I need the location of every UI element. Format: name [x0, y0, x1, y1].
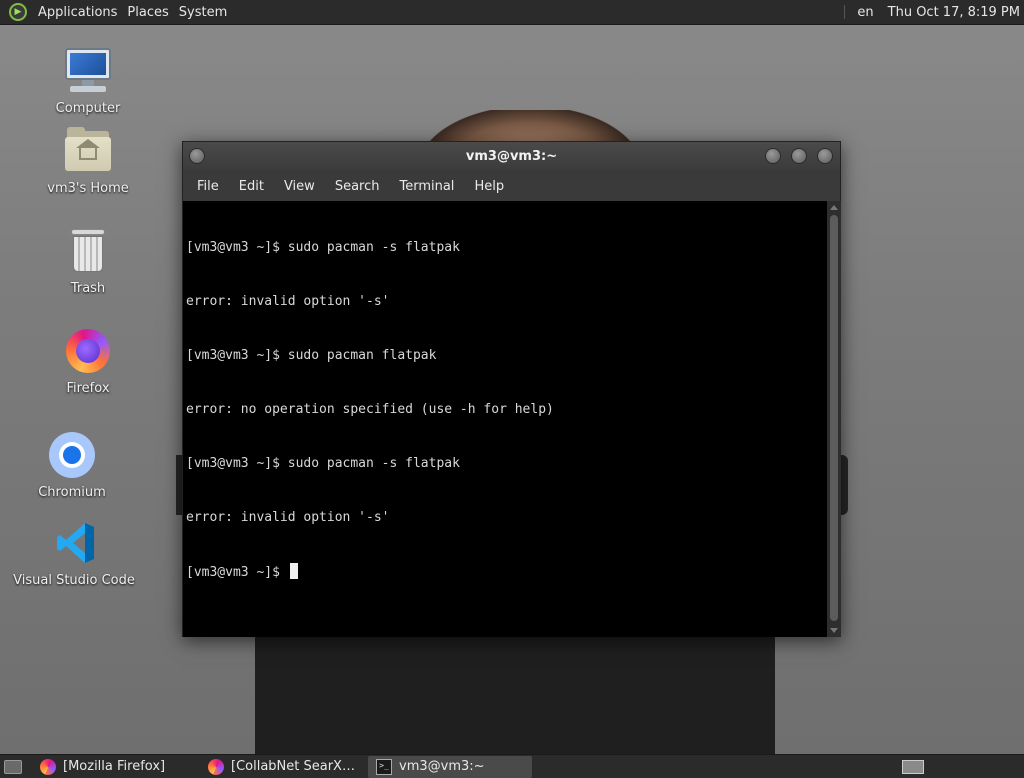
top-panel: ▶ Applications Places System en Thu Oct …	[0, 0, 1024, 25]
distro-logo-icon[interactable]: ▶	[9, 3, 27, 21]
workspace-switcher[interactable]	[902, 759, 924, 774]
menu-terminal[interactable]: Terminal	[389, 179, 464, 194]
scrollbar-thumb[interactable]	[830, 215, 838, 621]
minimize-button[interactable]	[765, 148, 781, 164]
trash-icon	[62, 225, 114, 277]
computer-icon	[62, 45, 114, 97]
close-button[interactable]	[817, 148, 833, 164]
desktop-icon-vscode[interactable]: Visual Studio Code	[13, 517, 135, 588]
desktop-icon-label: Visual Studio Code	[13, 573, 135, 588]
vscode-icon	[48, 517, 100, 569]
desktop-icon-label: Computer	[55, 101, 121, 116]
terminal-line: error: no operation specified (use -h fo…	[186, 402, 554, 417]
applications-menu[interactable]: Applications	[33, 5, 122, 20]
terminal-line: [vm3@vm3 ~]$ sudo pacman -s flatpak	[186, 456, 460, 471]
keyboard-layout-indicator[interactable]: en	[857, 5, 873, 20]
terminal-window[interactable]: vm3@vm3:~ File Edit View Search Terminal…	[182, 141, 841, 637]
desktop-icon-trash[interactable]: Trash	[28, 225, 148, 296]
menu-view[interactable]: View	[274, 179, 325, 194]
taskbar-item-label: [CollabNet SearXN...	[231, 759, 356, 774]
menu-edit[interactable]: Edit	[229, 179, 274, 194]
taskbar-item-label: [Mozilla Firefox]	[63, 759, 166, 774]
terminal-scrollbar[interactable]	[827, 201, 841, 637]
chromium-icon	[46, 429, 98, 481]
window-title: vm3@vm3:~	[465, 149, 558, 164]
terminal-line: error: invalid option '-s'	[186, 510, 390, 525]
terminal-line: [vm3@vm3 ~]$ sudo pacman -s flatpak	[186, 240, 460, 255]
firefox-icon	[62, 325, 114, 377]
panel-tray: en Thu Oct 17, 8:19 PM	[844, 0, 1024, 25]
terminal-prompt-line[interactable]: [vm3@vm3 ~]$	[186, 563, 827, 581]
show-desktop-icon[interactable]	[4, 759, 22, 774]
text-cursor	[289, 563, 298, 579]
desktop-icon-label: Trash	[70, 281, 106, 296]
taskbar-item-label: vm3@vm3:~	[399, 759, 485, 774]
desktop-icon-home[interactable]: vm3's Home	[28, 125, 148, 196]
terminal-prompt: [vm3@vm3 ~]$	[186, 565, 288, 580]
desktop-icon-computer[interactable]: Computer	[28, 45, 148, 116]
home-folder-icon	[62, 125, 114, 177]
desktop-icon-label: vm3's Home	[47, 181, 129, 196]
firefox-icon	[40, 758, 56, 775]
bottom-panel: [Mozilla Firefox] [CollabNet SearXN... >…	[0, 754, 1024, 778]
window-titlebar[interactable]: vm3@vm3:~	[183, 142, 840, 171]
terminal-icon: >_	[376, 758, 392, 775]
desktop-icon-firefox[interactable]: Firefox	[28, 325, 148, 396]
terminal-line: [vm3@vm3 ~]$ sudo pacman flatpak	[186, 348, 437, 363]
scroll-up-arrow-icon[interactable]	[830, 205, 838, 210]
desktop-icon-label: Firefox	[64, 381, 112, 396]
window-menu-button[interactable]	[189, 148, 205, 164]
taskbar-item-firefox[interactable]: [Mozilla Firefox]	[32, 756, 196, 778]
maximize-button[interactable]	[791, 148, 807, 164]
menu-help[interactable]: Help	[464, 179, 514, 194]
terminal-output[interactable]: [vm3@vm3 ~]$ sudo pacman -s flatpak erro…	[183, 201, 827, 637]
places-menu[interactable]: Places	[122, 5, 173, 20]
taskbar-item-searxng[interactable]: [CollabNet SearXN...	[200, 756, 364, 778]
clock[interactable]: Thu Oct 17, 8:19 PM	[888, 5, 1020, 20]
terminal-line: error: invalid option '-s'	[186, 294, 390, 309]
taskbar-item-terminal[interactable]: >_ vm3@vm3:~	[368, 755, 532, 778]
desktop-icon-chromium[interactable]: Chromium	[12, 429, 132, 500]
system-menu[interactable]: System	[174, 5, 232, 20]
terminal-menubar: File Edit View Search Terminal Help	[183, 171, 840, 201]
panel-separator	[844, 5, 846, 19]
scroll-down-arrow-icon[interactable]	[830, 628, 838, 633]
desktop-icon-label: Chromium	[38, 485, 106, 500]
menu-search[interactable]: Search	[325, 179, 390, 194]
firefox-icon	[208, 758, 224, 775]
menu-file[interactable]: File	[187, 179, 229, 194]
